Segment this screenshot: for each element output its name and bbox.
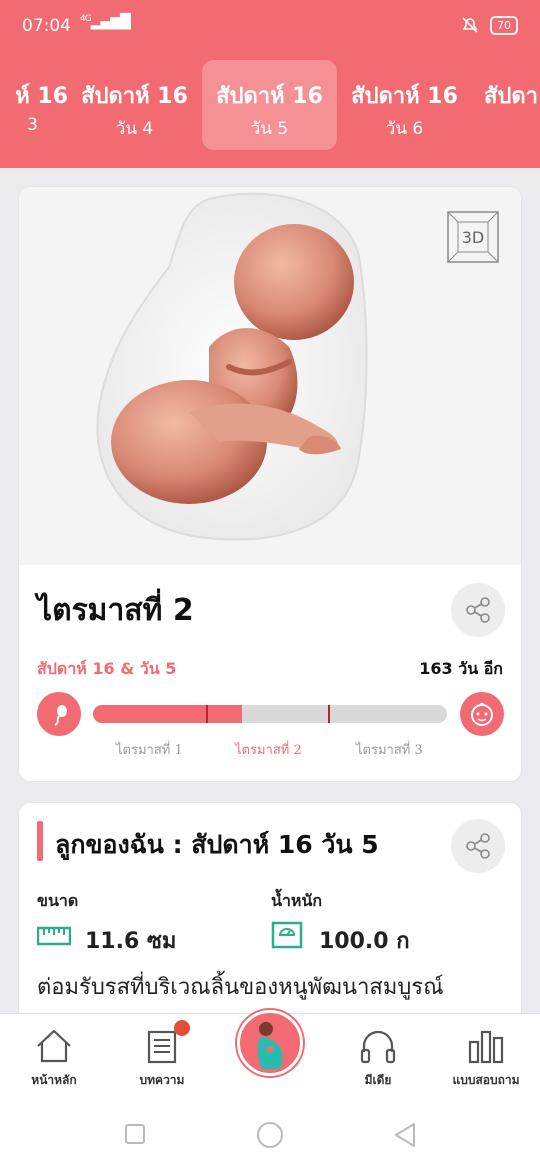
system-nav-bar: [0, 1103, 540, 1170]
sperm-icon: [37, 692, 81, 736]
week-tab-week: สัปดา: [484, 84, 539, 109]
back-icon[interactable]: [392, 1121, 418, 1149]
week-tab-week: สัปดาห์ 16: [81, 84, 188, 109]
notification-dot: [174, 1020, 190, 1036]
status-right: 70: [460, 15, 518, 35]
share-icon: [466, 833, 490, 859]
baby-card-title: ลูกของฉัน : สัปดาห์ 16 วัน 5: [55, 830, 379, 859]
week-tab-day-7[interactable]: สัปดา: [472, 60, 540, 150]
nav-media[interactable]: มีเดีย: [324, 1014, 432, 1104]
trimester-tick-2: [328, 705, 330, 723]
bar-chart-icon: [468, 1030, 504, 1064]
trimester-label-1: ไตรมาสที่ 1: [116, 743, 183, 758]
fetus-image[interactable]: 3D: [19, 187, 521, 565]
week-tab-day-4[interactable]: สัปดาห์ 16 วัน 4: [67, 60, 202, 150]
3d-badge-text: 3D: [462, 228, 485, 247]
scale-icon: [271, 921, 303, 949]
nav-articles-label: บทความ: [139, 1073, 185, 1087]
progress-fill: [93, 705, 242, 723]
nav-home-label: หน้าหลัก: [31, 1073, 77, 1087]
battery-icon: 70: [490, 15, 518, 35]
share-button[interactable]: [451, 583, 505, 637]
status-time: 07:04: [22, 16, 71, 36]
home-circle-icon[interactable]: [256, 1121, 284, 1149]
size-label: ขนาด: [37, 891, 79, 910]
weight-label: น้ำหนัก: [271, 891, 323, 910]
days-remaining: 163 วัน อีก: [419, 659, 503, 678]
header: 07:04 4G▂▄▆█ 70 ห์ 16 3 สัปดาห์ 16 วัน 4…: [0, 0, 540, 168]
weight-value: 100.0 ก: [319, 929, 410, 954]
week-tab-day: วัน 5: [250, 119, 289, 139]
nav-articles[interactable]: บทความ: [108, 1014, 216, 1104]
baby-description: ต่อมรับรสที่บริเวณลิ้นของหนูพัฒนาสมบูรณ์: [37, 975, 444, 1000]
week-tab-day: 3: [27, 115, 38, 135]
nav-home[interactable]: หน้าหลัก: [0, 1014, 108, 1104]
pregnant-woman-icon: [257, 1022, 283, 1069]
week-tab-day-6[interactable]: สัปดาห์ 16 วัน 6: [337, 60, 472, 150]
nav-media-label: มีเดีย: [364, 1073, 392, 1087]
week-tabs: ห์ 16 3 สัปดาห์ 16 วัน 4 สัปดาห์ 16 วัน …: [0, 60, 540, 150]
trimester-tick-1: [206, 705, 208, 723]
trimester-card: 3D ไตรมาสที่ 2 สัปดาห์ 16 & วัน 5 163 วั…: [18, 186, 522, 782]
signal-icon: 4G▂▄▆█: [80, 14, 131, 30]
share-icon: [466, 597, 490, 623]
pregnancy-center-button[interactable]: [237, 1010, 303, 1076]
share-button[interactable]: [451, 819, 505, 873]
nav-quiz-label: แบบสอบถาม: [452, 1073, 520, 1087]
week-tab-day: วัน 4: [115, 119, 154, 139]
week-tab-day-5[interactable]: สัปดาห์ 16 วัน 5: [202, 60, 337, 150]
trimester-label-3: ไตรมาสที่ 3: [356, 743, 423, 758]
week-tab-week: สัปดาห์ 16: [351, 84, 458, 109]
baby-face-icon: [460, 692, 504, 736]
trimester-title: ไตรมาสที่ 2: [37, 593, 194, 628]
3d-view-icon[interactable]: 3D: [443, 207, 503, 267]
trimester-label-2: ไตรมาสที่ 2: [235, 743, 302, 758]
size-value: 11.6 ซม: [85, 929, 177, 954]
mute-icon: [462, 17, 478, 33]
headphones-icon: [360, 1030, 396, 1064]
pregnancy-progress: [93, 705, 447, 723]
current-week-day: สัปดาห์ 16 & วัน 5: [37, 659, 177, 678]
baby-info-card: ลูกของฉัน : สัปดาห์ 16 วัน 5 ขนาด 11.6 ซ…: [18, 802, 522, 1042]
recent-apps-icon[interactable]: [124, 1123, 146, 1145]
week-tab-week: สัปดาห์ 16: [216, 84, 323, 109]
week-tab-day-3[interactable]: ห์ 16 3: [0, 60, 68, 150]
nav-quiz[interactable]: แบบสอบถาม: [432, 1014, 540, 1104]
ruler-icon: [37, 926, 71, 946]
status-bar: 07:04 4G▂▄▆█ 70: [0, 0, 540, 52]
week-tab-week: ห์ 16: [15, 84, 68, 109]
home-icon: [37, 1029, 71, 1063]
network-label: 4G: [80, 14, 92, 24]
week-tab-day: วัน 6: [385, 119, 424, 139]
title-accent-bar: [37, 821, 43, 861]
